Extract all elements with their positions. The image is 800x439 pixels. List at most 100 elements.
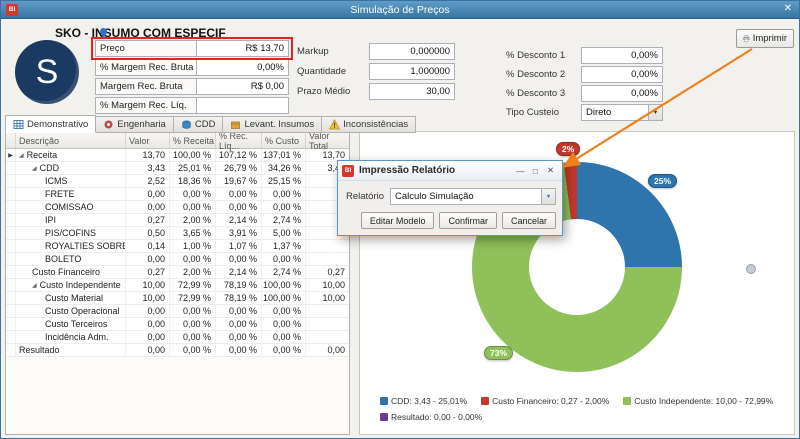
table-row[interactable]: Resultado0,000,00 %0,00 %0,00 %0,00 [6, 344, 349, 357]
quantidade-input[interactable] [369, 63, 455, 80]
legend-text: Custo Independente: 10,00 - 72,99% [634, 396, 773, 406]
tab-inconsistencias[interactable]: Inconsistências [322, 116, 416, 133]
current-row-indicator [6, 292, 16, 304]
table-row[interactable]: Custo Financeiro0,272,00 %2,14 %2,74 %0,… [6, 266, 349, 279]
row-description: PIS/COFINS [16, 227, 126, 239]
table-body: ▶◢Receita13,70100,00 %107,12 %137,01 %13… [6, 149, 349, 357]
cell-rec_liq: 0,00 % [216, 305, 262, 317]
tab-bar: Demonstrativo Engenharia CDD Levant. Ins… [5, 115, 416, 133]
row-name: PIS/COFINS [45, 228, 96, 238]
table-row[interactable]: ICMS2,5218,36 %19,67 %25,15 % [6, 175, 349, 188]
window-title: Simulação de Preços [1, 4, 799, 16]
editar-modelo-button[interactable]: Editar Modelo [361, 212, 435, 229]
row-name: Custo Terceiros [45, 319, 107, 329]
row-description: Custo Material [16, 292, 126, 304]
cell-rec_liq: 0,00 % [216, 344, 262, 356]
table-row[interactable]: Custo Operacional0,000,00 %0,00 %0,00 % [6, 305, 349, 318]
column-header-rec-liq[interactable]: % Rec. Líq... [216, 133, 262, 148]
margem-rec-liq-pct-input[interactable] [196, 97, 289, 114]
row-description: ROYALTIES SOBRE V... [16, 240, 126, 252]
table-row[interactable]: Incidência Adm.0,000,00 %0,00 %0,00 % [6, 331, 349, 344]
tab-label: Demonstrativo [27, 119, 88, 130]
margem-rec-bruta-pct-input[interactable] [196, 59, 289, 76]
cell-valor: 2,52 [126, 175, 170, 187]
column-header-custo[interactable]: % Custo [262, 133, 306, 148]
expand-icon[interactable]: ◢ [19, 152, 24, 159]
cell-custo: 0,00 % [262, 305, 306, 317]
cell-total [306, 240, 349, 252]
cell-custo: 0,00 % [262, 201, 306, 213]
minimize-icon[interactable]: — [513, 166, 528, 176]
cell-rec_liq: 0,00 % [216, 331, 262, 343]
table-row[interactable]: Custo Terceiros0,000,00 %0,00 %0,00 % [6, 318, 349, 331]
demonstrativo-table: Descrição Valor % Receita % Rec. Líq... … [5, 132, 350, 435]
cell-receita: 100,00 % [170, 149, 216, 161]
margem-rec-bruta-input[interactable] [196, 78, 289, 95]
tab-engenharia[interactable]: Engenharia [96, 116, 174, 133]
relatorio-combobox[interactable]: Calculo Simulação ▼ [390, 188, 556, 205]
cell-custo: 0,00 % [262, 253, 306, 265]
tab-levant-insumos[interactable]: Levant. Insumos [223, 116, 322, 133]
row-name: ROYALTIES SOBRE V... [45, 241, 126, 251]
prazo-medio-input[interactable] [369, 83, 455, 100]
cancelar-button[interactable]: Cancelar [502, 212, 556, 229]
cell-receita: 0,00 % [170, 344, 216, 356]
dialog-buttons: Editar Modelo Confirmar Cancelar [361, 212, 556, 229]
printer-icon [743, 33, 750, 44]
desconto1-label: % Desconto 1 [506, 50, 565, 61]
cell-receita: 0,00 % [170, 188, 216, 200]
slice-label: 2% [556, 142, 580, 156]
tab-label: Levant. Insumos [244, 119, 314, 130]
chevron-down-icon[interactable]: ▼ [541, 189, 555, 204]
markup-input[interactable] [369, 43, 455, 60]
table-row[interactable]: IPI0,272,00 %2,14 %2,74 % [6, 214, 349, 227]
desconto3-input[interactable] [581, 85, 663, 102]
cell-valor: 0,14 [126, 240, 170, 252]
table-row[interactable]: ◢CDD3,4325,01 %26,79 %34,26 %3,43 [6, 162, 349, 175]
maximize-icon[interactable]: □ [528, 166, 543, 176]
close-icon[interactable]: ✕ [784, 3, 792, 14]
table-row[interactable]: ▶◢Receita13,70100,00 %107,12 %137,01 %13… [6, 149, 349, 162]
column-header-valor[interactable]: Valor [126, 133, 170, 148]
preco-input[interactable] [196, 40, 289, 57]
quantidade-label: Quantidade [297, 66, 346, 77]
chevron-down-icon[interactable]: ▼ [648, 105, 662, 120]
cell-custo: 34,26 % [262, 162, 306, 174]
desconto1-input[interactable] [581, 47, 663, 64]
row-description: Custo Terceiros [16, 318, 126, 330]
slice-handle[interactable] [746, 264, 756, 274]
imprimir-button[interactable]: Imprimir [736, 29, 794, 48]
legend-text: Custo Financeiro: 0,27 - 2,00% [492, 396, 609, 406]
row-name: Custo Operacional [45, 306, 120, 316]
expand-icon[interactable]: ◢ [32, 282, 37, 289]
desconto2-label: % Desconto 2 [506, 69, 565, 80]
cell-custo: 5,00 % [262, 227, 306, 239]
table-row[interactable]: FRETE0,000,00 %0,00 %0,00 % [6, 188, 349, 201]
cell-valor: 0,00 [126, 253, 170, 265]
table-row[interactable]: ROYALTIES SOBRE V...0,141,00 %1,07 %1,37… [6, 240, 349, 253]
column-header-valor-total[interactable]: Valor Total [306, 133, 349, 148]
tipo-custeio-combobox[interactable]: Direto ▼ [581, 104, 663, 121]
cell-rec_liq: 3,91 % [216, 227, 262, 239]
row-name: Custo Independente [40, 280, 121, 290]
confirmar-button[interactable]: Confirmar [439, 212, 497, 229]
legend-row-2: Resultado: 0,00 - 0,00% [380, 412, 482, 422]
current-row-indicator [6, 266, 16, 278]
cell-valor: 0,00 [126, 188, 170, 200]
table-row[interactable]: ◢Custo Independente10,0072,99 %78,19 %10… [6, 279, 349, 292]
table-row[interactable]: PIS/COFINS0,503,65 %3,91 %5,00 % [6, 227, 349, 240]
column-header-receita[interactable]: % Receita [170, 133, 216, 148]
dialog-icon: BI [342, 165, 354, 177]
column-header-descricao[interactable]: Descrição [16, 133, 126, 148]
table-row[interactable]: COMISSAO0,000,00 %0,00 %0,00 % [6, 201, 349, 214]
tab-demonstrativo[interactable]: Demonstrativo [5, 115, 96, 133]
table-row[interactable]: Custo Material10,0072,99 %78,19 %100,00 … [6, 292, 349, 305]
expand-icon[interactable]: ◢ [32, 165, 37, 172]
current-row-indicator [6, 188, 16, 200]
table-row[interactable]: BOLETO0,000,00 %0,00 %0,00 % [6, 253, 349, 266]
row-description: Custo Operacional [16, 305, 126, 317]
cell-receita: 3,65 % [170, 227, 216, 239]
dialog-close-icon[interactable]: ✕ [543, 165, 558, 176]
tab-cdd[interactable]: CDD [174, 116, 224, 133]
desconto2-input[interactable] [581, 66, 663, 83]
